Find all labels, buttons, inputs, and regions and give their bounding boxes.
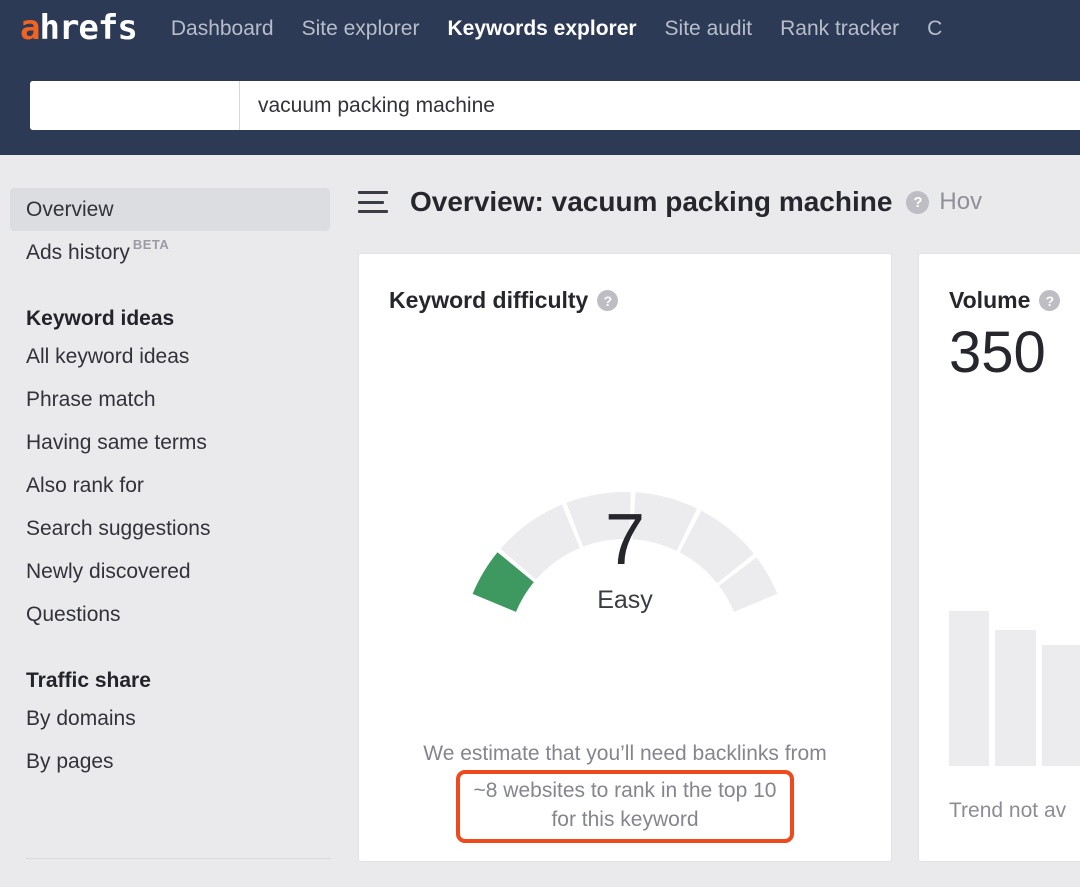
sidebar-spacer (0, 274, 340, 291)
nav-item-site-explorer[interactable]: Site explorer (302, 18, 420, 39)
sidebar-item-by-pages[interactable]: By pages (0, 740, 340, 783)
sidebar-item-all-keyword-ideas[interactable]: All keyword ideas (0, 335, 340, 378)
sidebar-item-label: Questions (26, 603, 121, 627)
nav-item-site-audit[interactable]: Site audit (665, 18, 753, 39)
search-input-value: vacuum packing machine (258, 94, 495, 118)
sidebar-item-newly-discovered[interactable]: Newly discovered (0, 550, 340, 593)
sidebar-item-label: All keyword ideas (26, 345, 189, 369)
hamburger-menu-icon[interactable] (358, 191, 388, 213)
how-to-use-link[interactable]: Hov (939, 188, 982, 216)
sidebar-item-label: Newly discovered (26, 560, 191, 584)
top-navigation-bar: ahrefs Dashboard Site explorer Keywords … (0, 0, 1080, 155)
sidebar-item-questions[interactable]: Questions (0, 593, 340, 636)
sidebar-item-label: Ads history (26, 241, 130, 265)
chart-bar (949, 611, 989, 766)
sidebar-item-label: Search suggestions (26, 517, 210, 541)
nav-item-rank-tracker[interactable]: Rank tracker (780, 18, 899, 39)
sidebar-item-label: Having same terms (26, 431, 207, 455)
estimate-line-1: We estimate that you’ll need backlinks f… (359, 739, 891, 768)
question-mark-icon[interactable]: ? (1039, 290, 1060, 311)
sidebar-item-label: Also rank for (26, 474, 144, 498)
sidebar-item-label: By domains (26, 707, 136, 731)
estimate-line-2: ~8 websites to rank in the top 10 (474, 779, 777, 802)
search-input[interactable]: vacuum packing machine (240, 81, 1080, 130)
beta-badge: BETA (133, 237, 169, 252)
page-title: Overview: vacuum packing machine (410, 186, 892, 218)
country-select[interactable] (30, 81, 240, 130)
trend-not-available-note: Trend not av (949, 799, 1066, 823)
sidebar-item-label: Overview (26, 198, 114, 222)
nav-item-keywords-explorer[interactable]: Keywords explorer (447, 18, 636, 39)
question-mark-icon[interactable]: ? (906, 191, 929, 214)
main-nav: ahrefs Dashboard Site explorer Keywords … (0, 0, 956, 56)
sidebar-divider (26, 858, 331, 859)
ahrefs-logo[interactable]: ahrefs (20, 11, 137, 45)
nav-item-dashboard[interactable]: Dashboard (171, 18, 274, 39)
sidebar-item-label: Phrase match (26, 388, 156, 412)
sidebar-spacer (0, 636, 340, 653)
keyword-difficulty-title-row: Keyword difficulty ? (389, 287, 618, 314)
card-title-label: Volume (949, 287, 1030, 314)
sidebar-item-by-domains[interactable]: By domains (0, 697, 340, 740)
volume-trend-chart (949, 611, 1080, 766)
logo-text: hrefs (39, 11, 136, 45)
sidebar-item-overview[interactable]: Overview (10, 188, 330, 231)
keyword-difficulty-label: Easy (359, 586, 891, 615)
sidebar-item-ads-history[interactable]: Ads history BETA (0, 231, 340, 274)
question-mark-icon[interactable]: ? (597, 290, 618, 311)
keyword-difficulty-value: 7 (359, 504, 891, 576)
sidebar-heading-keyword-ideas: Keyword ideas (0, 291, 340, 335)
sidebar-item-also-rank-for[interactable]: Also rank for (0, 464, 340, 507)
logo-letter-a: a (20, 11, 39, 45)
sidebar-item-having-same-terms[interactable]: Having same terms (0, 421, 340, 464)
ahrefs-keywords-explorer-page: ahrefs Dashboard Site explorer Keywords … (0, 0, 1080, 887)
nav-item-content-explorer[interactable]: C (927, 18, 942, 39)
sidebar-item-label: By pages (26, 750, 114, 774)
volume-card: Volume ? 350 Trend not av (918, 253, 1080, 862)
sidebar-item-search-suggestions[interactable]: Search suggestions (0, 507, 340, 550)
estimate-highlight-box: ~8 websites to rank in the top 10 for th… (456, 770, 795, 843)
chart-bar (1042, 645, 1080, 766)
card-title-label: Keyword difficulty (389, 287, 588, 314)
page-header: Overview: vacuum packing machine ? Hov (358, 186, 982, 218)
sidebar-heading-traffic-share: Traffic share (0, 653, 340, 697)
keyword-difficulty-card: Keyword difficulty ? 7 Easy We estimate … (358, 253, 892, 862)
volume-title-row: Volume ? (949, 287, 1060, 314)
sidebar: Overview Ads history BETA Keyword ideas … (0, 155, 340, 887)
chart-bar (995, 630, 1035, 766)
sidebar-item-phrase-match[interactable]: Phrase match (0, 378, 340, 421)
backlink-estimate: We estimate that you’ll need backlinks f… (359, 739, 891, 843)
volume-value: 350 (949, 324, 1046, 382)
search-bar: vacuum packing machine (30, 81, 1080, 130)
estimate-line-3: for this keyword (551, 808, 698, 831)
